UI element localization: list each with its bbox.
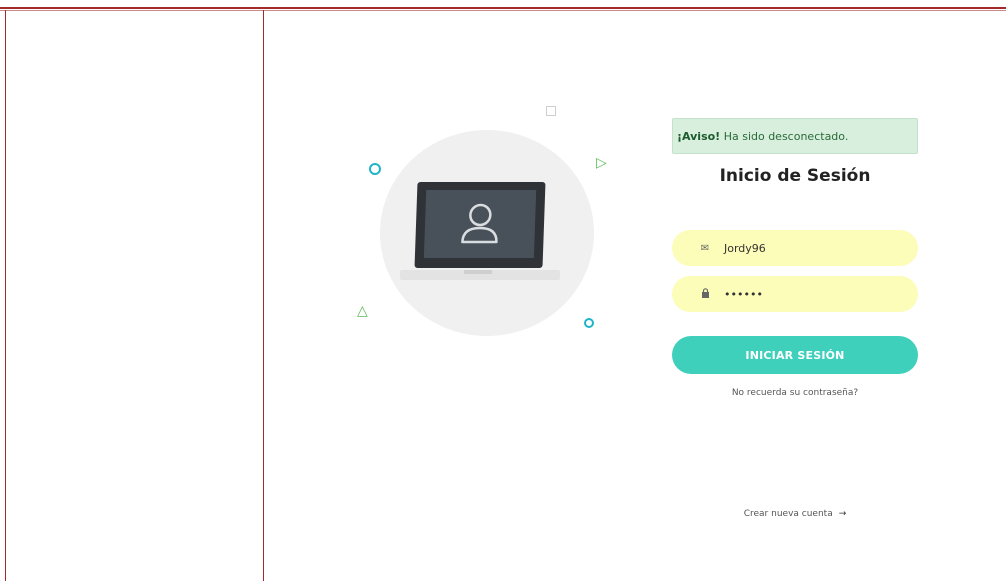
login-illustration: ▷ △ bbox=[330, 90, 630, 350]
envelope-icon: ✉ bbox=[700, 242, 710, 254]
create-account-label[interactable]: Crear nueva cuenta bbox=[744, 509, 833, 519]
laptop-notch bbox=[464, 270, 492, 274]
login-button[interactable]: INICIAR SESIÓN bbox=[672, 336, 918, 374]
forgot-password-link[interactable]: No recuerda su contraseña? bbox=[672, 388, 918, 398]
password-value[interactable]: •••••• bbox=[724, 288, 763, 301]
laptop-display bbox=[423, 190, 537, 258]
arrow-right-icon: → bbox=[838, 509, 847, 519]
user-icon bbox=[461, 203, 498, 244]
alert-strong: ¡Aviso! bbox=[677, 130, 721, 143]
ring-decoration bbox=[584, 318, 594, 328]
lock-icon bbox=[698, 287, 712, 301]
ring-decoration bbox=[369, 163, 381, 175]
login-title: Inicio de Sesión bbox=[719, 166, 871, 186]
logout-alert: ¡Aviso! Ha sido desconectado. bbox=[672, 118, 918, 154]
create-account-link[interactable]: Crear nueva cuenta → bbox=[672, 509, 918, 519]
password-field[interactable]: •••••• bbox=[672, 276, 918, 312]
username-field[interactable]: ✉ Jordy96 bbox=[672, 230, 918, 266]
username-value[interactable]: Jordy96 bbox=[724, 242, 766, 255]
alert-text: Ha sido desconectado. bbox=[720, 130, 849, 143]
table-border-top-inner bbox=[0, 10, 1006, 11]
square-decoration bbox=[546, 106, 556, 116]
triangle-decoration: △ bbox=[357, 303, 368, 319]
table-border-middle bbox=[263, 10, 264, 581]
table-border-left bbox=[5, 10, 6, 581]
laptop-screen bbox=[414, 182, 546, 268]
triangle-decoration: ▷ bbox=[596, 155, 607, 171]
table-border-top bbox=[0, 7, 1006, 9]
